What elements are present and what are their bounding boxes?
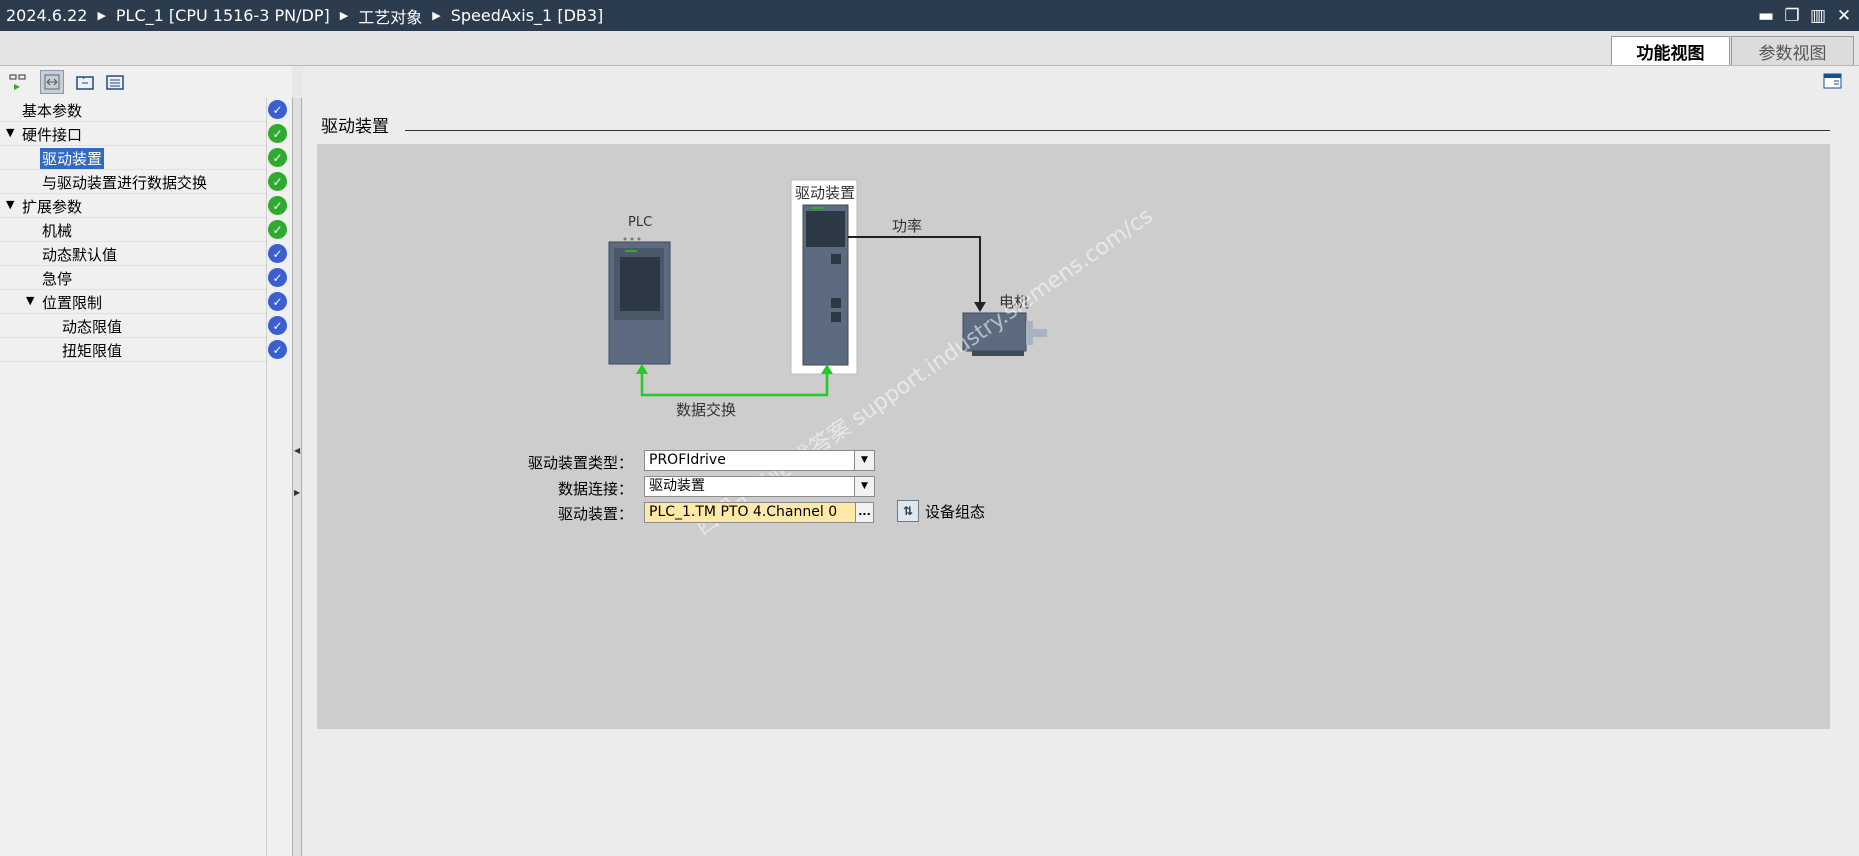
- breadcrumb-separator-icon: ▶: [432, 9, 441, 22]
- nav-item-emergency-stop[interactable]: 急停 ✓: [0, 266, 287, 290]
- data-connection-value: 驱动装置: [649, 478, 705, 494]
- drive-type-select[interactable]: PROFIdrive ▼: [644, 450, 875, 471]
- status-ok-blue-icon: ✓: [268, 244, 287, 263]
- expand-triangle-icon[interactable]: ▼: [6, 126, 14, 139]
- drive-diagram: [608, 179, 1047, 397]
- nav-item-label: 机械: [42, 222, 73, 240]
- nav-item-dynamic-defaults[interactable]: 动态默认值 ✓: [0, 242, 287, 266]
- nav-item-label: 驱动装置: [40, 148, 105, 169]
- breadcrumb: 2024.6.22 ▶ PLC_1 [CPU 1516-3 PN/DP] ▶ 工…: [6, 0, 603, 31]
- breadcrumb-separator-icon: ▶: [97, 9, 106, 22]
- collapse-left-icon[interactable]: ◀: [294, 446, 300, 455]
- tab-parameter-view[interactable]: 参数视图: [1731, 36, 1854, 65]
- tab-label: 功能视图: [1636, 43, 1705, 64]
- breadcrumb-item-tech-objects[interactable]: 工艺对象: [358, 4, 422, 28]
- nav-item-hardware-interface[interactable]: ▼ 硬件接口 ✓: [0, 122, 287, 146]
- breadcrumb-item-plc[interactable]: PLC_1 [CPU 1516-3 PN/DP]: [116, 6, 330, 25]
- drive-field[interactable]: PLC_1.TM PTO 4.Channel 0: [644, 502, 856, 523]
- tab-function-view[interactable]: 功能视图: [1611, 36, 1730, 65]
- status-ok-green-icon: ✓: [268, 124, 287, 143]
- power-connection-arrow: [848, 236, 981, 304]
- nav-item-label: 基本参数: [22, 102, 83, 120]
- drive-type-label: 驱动装置类型：: [527, 454, 633, 472]
- drive-config-panel: PLC 驱动装置 功率 电机 数据交换 西门子工业 找答案 support.in…: [317, 144, 1830, 729]
- data-connection-label: 数据连接：: [557, 480, 633, 498]
- breadcrumb-separator-icon: ▶: [339, 9, 349, 22]
- panel-options-icon[interactable]: [1823, 72, 1843, 94]
- restore-icon[interactable]: ❐: [1783, 6, 1801, 26]
- section-title: 驱动装置: [321, 117, 389, 137]
- minimize-icon[interactable]: ▬: [1757, 6, 1775, 26]
- nav-item-label: 硬件接口: [22, 126, 83, 144]
- drive-label: 驱动装置: [795, 184, 856, 202]
- data-exchange-label: 数据交换: [676, 401, 737, 419]
- toggle-view-icon[interactable]: [40, 70, 64, 94]
- nav-item-label: 动态默认值: [42, 246, 118, 264]
- drive-type-value: PROFIdrive: [649, 452, 726, 468]
- nav-item-label: 急停: [42, 270, 73, 288]
- device-configuration-button[interactable]: ⇅ 设备组态: [897, 500, 985, 522]
- nav-item-label: 动态限值: [62, 318, 123, 336]
- nav-item-extended-params[interactable]: ▼ 扩展参数 ✓: [0, 194, 287, 218]
- power-label: 功率: [892, 217, 923, 235]
- float-icon[interactable]: ▥: [1809, 6, 1827, 26]
- nav-item-dynamic-limits[interactable]: 动态限值 ✓: [0, 314, 287, 338]
- nav-item-position-limits[interactable]: ▼ 位置限制 ✓: [0, 290, 287, 314]
- close-icon[interactable]: ✕: [1835, 6, 1853, 26]
- tab-label: 参数视图: [1758, 43, 1827, 64]
- browse-button[interactable]: ...: [855, 502, 874, 523]
- status-ok-green-icon: ✓: [268, 148, 287, 167]
- drive-field-value: PLC_1.TM PTO 4.Channel 0: [649, 504, 838, 520]
- nav-item-label: 与驱动装置进行数据交换: [42, 174, 208, 192]
- status-ok-blue-icon: ✓: [268, 292, 287, 311]
- navigation-pane: 基本参数 ✓ ▼ 硬件接口 ✓ 驱动装置 ✓ 与驱动装置进行数据交换 ✓ ▼ 扩…: [0, 66, 292, 856]
- status-ok-blue-icon: ✓: [268, 100, 287, 119]
- expand-triangle-icon[interactable]: ▼: [26, 294, 34, 307]
- expand-right-icon[interactable]: ▶: [294, 488, 300, 497]
- nav-item-data-exchange[interactable]: 与驱动装置进行数据交换 ✓: [0, 170, 287, 194]
- nav-item-torque-limits[interactable]: 扭矩限值 ✓: [0, 338, 287, 362]
- breadcrumb-item-axis[interactable]: SpeedAxis_1 [DB3]: [451, 6, 604, 25]
- status-ok-blue-icon: ✓: [268, 316, 287, 335]
- nav-item-label: 扩展参数: [22, 198, 83, 216]
- plc-device-icon: [608, 237, 671, 365]
- nav-toolbar: [0, 66, 292, 98]
- status-ok-green-icon: ✓: [268, 196, 287, 215]
- collapse-folder-icon[interactable]: [103, 70, 127, 94]
- status-ok-blue-icon: ✓: [268, 268, 287, 287]
- data-connection-select[interactable]: 驱动装置 ▼: [644, 476, 875, 497]
- breadcrumb-item-project[interactable]: 2024.6.22: [6, 6, 87, 25]
- nav-item-label: 位置限制: [42, 294, 103, 312]
- nav-item-basic-params[interactable]: 基本参数 ✓: [0, 98, 287, 122]
- device-config-label: 设备组态: [925, 502, 986, 521]
- chevron-down-icon[interactable]: ▼: [854, 451, 874, 470]
- plc-label: PLC: [628, 215, 653, 230]
- nav-column-divider: [266, 98, 267, 856]
- status-ok-green-icon: ✓: [268, 220, 287, 239]
- status-ok-blue-icon: ✓: [268, 340, 287, 359]
- nav-item-label: 扭矩限值: [62, 342, 123, 360]
- nav-item-drive[interactable]: 驱动装置 ✓: [0, 146, 287, 170]
- pane-splitter[interactable]: ◀ ▶: [292, 98, 302, 856]
- title-bar: 2024.6.22 ▶ PLC_1 [CPU 1516-3 PN/DP] ▶ 工…: [0, 0, 1859, 31]
- expand-folder-icon[interactable]: [73, 70, 97, 94]
- chevron-down-icon[interactable]: ▼: [854, 477, 874, 496]
- view-tab-bar: 功能视图 参数视图: [0, 31, 1859, 66]
- window-controls: ▬ ❐ ▥ ✕: [1757, 0, 1853, 31]
- nav-item-mechanics[interactable]: 机械 ✓: [0, 218, 287, 242]
- device-config-icon: ⇅: [897, 500, 919, 522]
- online-compare-icon[interactable]: [6, 70, 30, 94]
- status-ok-green-icon: ✓: [268, 172, 287, 191]
- main-content: 驱动装置 PLC 驱动装置 功率 电机 数据交换 西门子工业 找答案 suppo…: [303, 66, 1859, 856]
- drive-field-label: 驱动装置：: [557, 505, 633, 523]
- expand-triangle-icon[interactable]: ▼: [6, 198, 14, 211]
- section-divider: [405, 130, 1830, 131]
- drive-device-icon: [790, 179, 858, 375]
